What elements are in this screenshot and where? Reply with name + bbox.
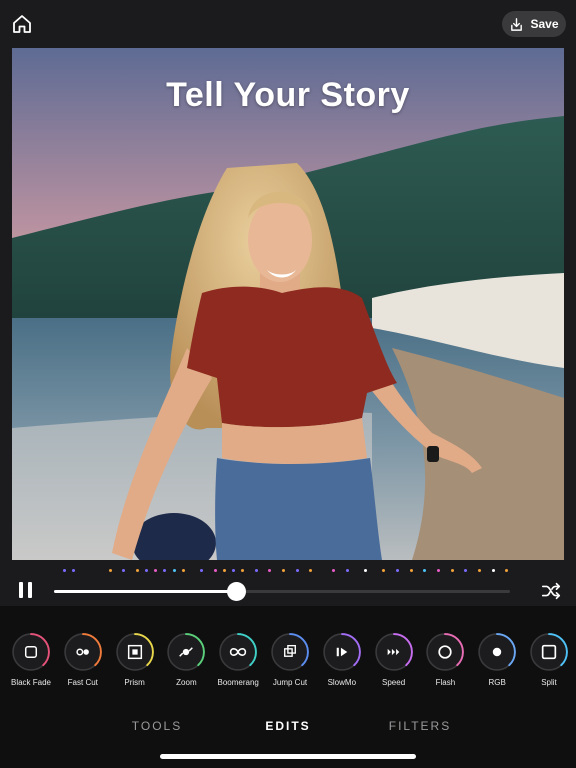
tab-filters[interactable]: FILTERS (360, 719, 480, 733)
boomerang-icon (219, 633, 258, 671)
effect-marker (145, 569, 149, 572)
effect-marker (254, 569, 258, 572)
home-indicator (160, 754, 416, 759)
effect-marker (382, 569, 386, 572)
effect-marker (108, 569, 112, 572)
timeline-scrubber[interactable] (227, 582, 247, 601)
effect-marker (396, 569, 399, 572)
effect-marker (136, 569, 140, 572)
tab-tools[interactable]: TOOLS (97, 719, 217, 733)
speed-icon (374, 633, 413, 671)
effect-marker (72, 569, 76, 572)
timeline-progress (54, 590, 237, 593)
top-bar: Save (0, 0, 576, 48)
timeline-track[interactable] (54, 582, 510, 601)
effect-marker (222, 569, 226, 572)
tool-label: Split (541, 678, 557, 687)
effect-marker (345, 569, 349, 572)
effect-marker (309, 569, 313, 572)
slowmo-icon (322, 633, 361, 671)
effect-marker (437, 569, 441, 572)
effect-marker (409, 569, 413, 572)
overlay-title[interactable]: Tell Your Story (0, 76, 576, 115)
flash-icon (426, 633, 465, 671)
shuffle-icon[interactable] (540, 580, 562, 602)
effect-marker (505, 569, 509, 572)
effect-markers (54, 569, 514, 575)
bottom-tabs: TOOLS EDITS FILTERS (0, 719, 576, 735)
preview-image (12, 48, 564, 560)
jump-cut-icon (271, 633, 309, 671)
download-icon (511, 17, 523, 31)
edits-toolbar: Black Fade Fast Cut Prism Zoom Boomerang Jump… (0, 633, 576, 695)
prism-icon (115, 633, 154, 671)
rgb-icon (478, 633, 517, 671)
effect-marker (163, 569, 167, 572)
effect-marker (295, 569, 299, 572)
effect-marker (464, 569, 468, 572)
effect-marker (199, 569, 203, 572)
effect-marker (231, 569, 235, 572)
effect-marker (122, 569, 126, 572)
effect-marker (181, 569, 185, 572)
effect-marker (268, 569, 272, 572)
effect-marker (332, 569, 336, 572)
effect-marker (282, 569, 285, 572)
effect-marker (213, 569, 217, 572)
effect-marker (491, 569, 495, 572)
effect-marker (240, 569, 244, 572)
save-button[interactable]: Save (502, 11, 566, 37)
effect-marker (450, 569, 454, 572)
effect-marker (478, 569, 482, 572)
effect-marker (423, 569, 427, 572)
effect-marker (364, 569, 368, 572)
effect-marker (154, 569, 158, 572)
split-icon (530, 633, 568, 671)
zoom-icon (167, 633, 206, 671)
pause-icon[interactable] (18, 582, 34, 598)
effect-marker (172, 569, 176, 572)
save-label: Save (530, 17, 559, 31)
home-icon[interactable] (10, 12, 34, 36)
fast-cut-icon (63, 633, 102, 671)
video-preview[interactable] (12, 48, 564, 560)
tool-split[interactable]: Split (519, 633, 576, 687)
tab-edits[interactable]: EDITS (228, 719, 348, 733)
effect-marker (63, 569, 67, 572)
black-fade-icon (12, 633, 50, 671)
